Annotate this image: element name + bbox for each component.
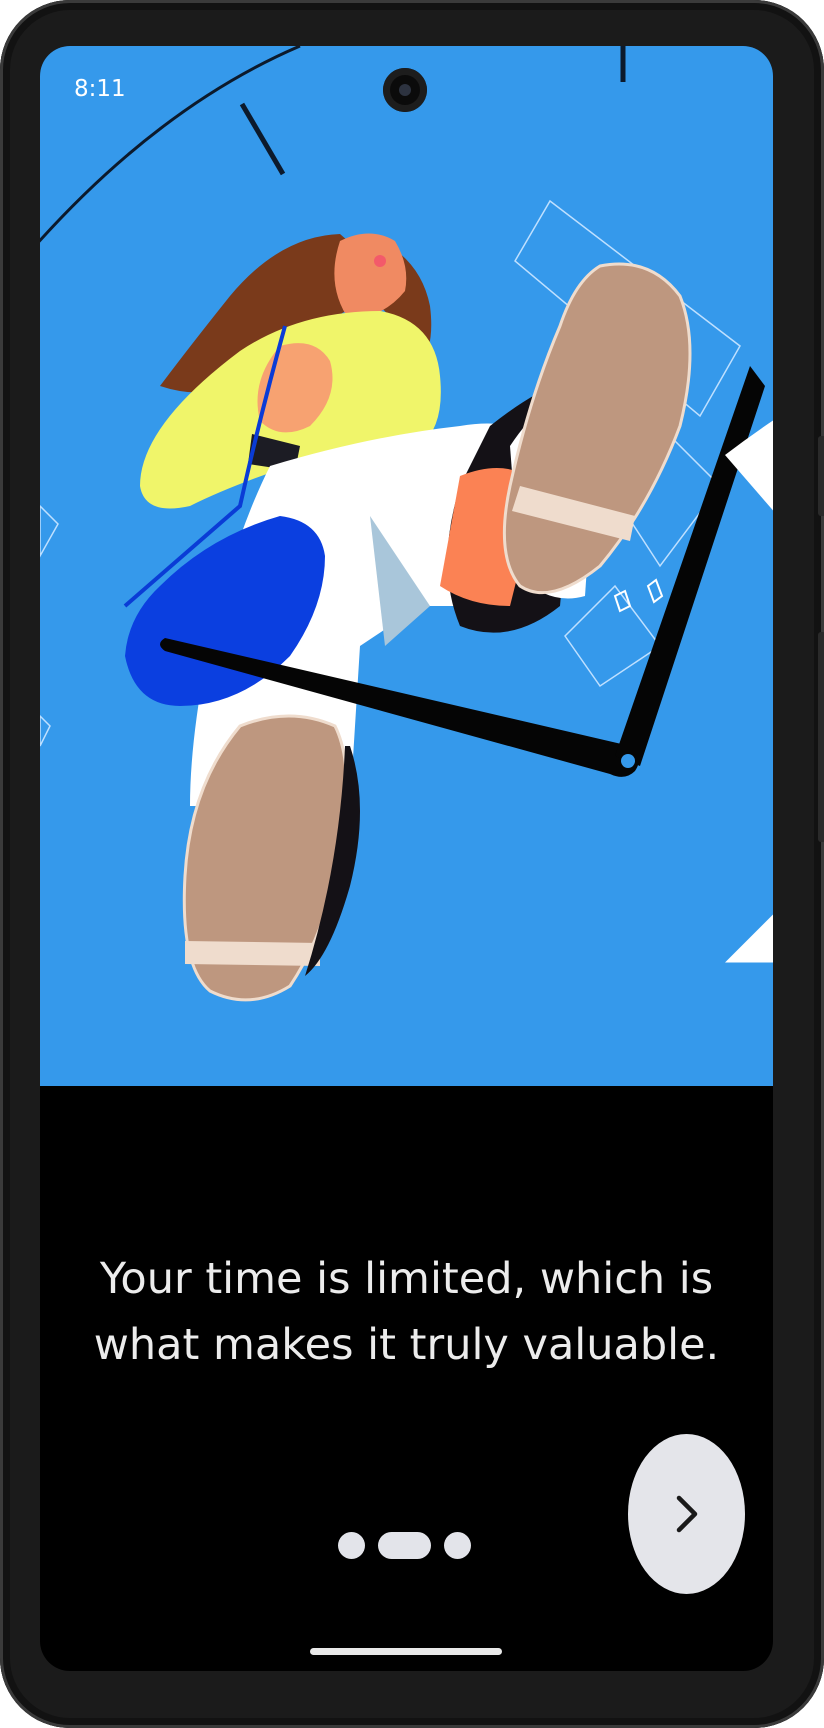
headline-line-1: Your time is limited, which is (99, 1254, 714, 1304)
home-indicator[interactable] (310, 1648, 502, 1655)
chevron-right-icon (676, 1495, 697, 1533)
front-camera (383, 68, 427, 112)
page-indicator (338, 1531, 471, 1559)
phone-frame: 8:11 Your time is limited, which is what… (0, 0, 824, 1728)
headline-line-2: what makes it truly valuable. (93, 1320, 720, 1370)
page-dot-3[interactable] (444, 1531, 471, 1559)
app-screen: 8:11 Your time is limited, which is what… (40, 46, 773, 1671)
volume-rocker (818, 632, 824, 842)
woman-clock-illustration (40, 46, 765, 1002)
power-button (818, 436, 824, 516)
page-dot-1[interactable] (338, 1531, 365, 1559)
status-time: 8:11 (74, 76, 126, 102)
next-button[interactable] (628, 1434, 745, 1594)
status-bar: 8:11 (40, 46, 773, 963)
onboarding-headline: Your time is limited, which is what make… (40, 1246, 773, 1378)
battery-icon (725, 76, 773, 1116)
onboarding-illustration: 8:11 (40, 46, 773, 1086)
page-dot-2-active[interactable] (378, 1531, 431, 1559)
